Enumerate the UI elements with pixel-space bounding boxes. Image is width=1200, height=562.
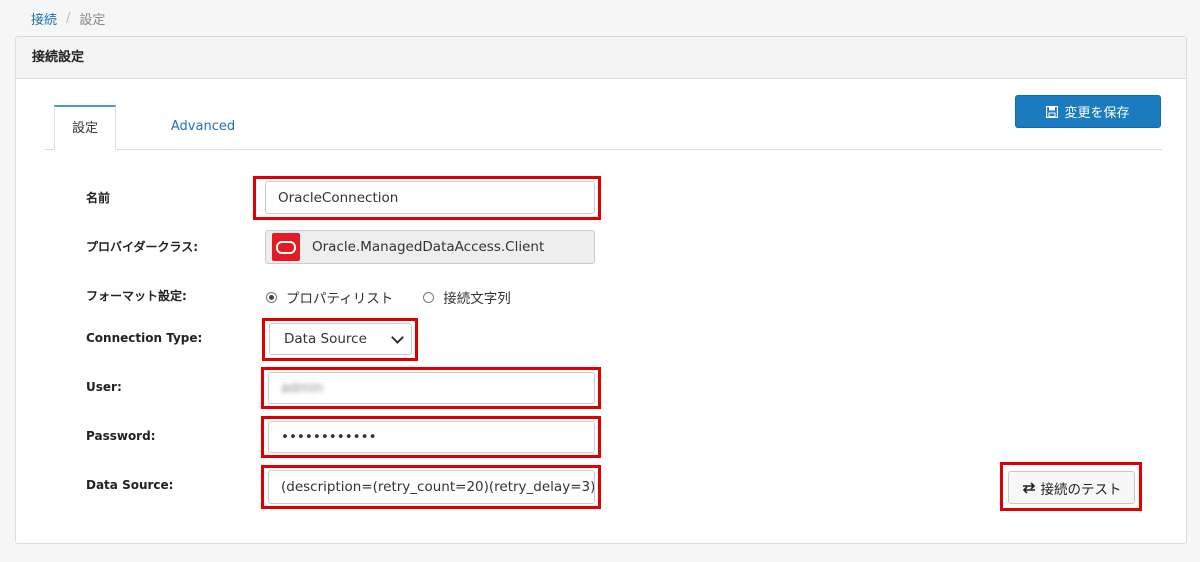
provider-class-label: プロバイダークラス:: [86, 240, 199, 254]
swap-arrows-icon: [1022, 481, 1035, 494]
name-label: 名前: [86, 191, 111, 205]
save-changes-button[interactable]: 変更を保存: [1015, 95, 1161, 128]
data-source-label: Data Source:: [86, 478, 174, 492]
provider-class-field: Oracle.ManagedDataAccess.Client: [265, 230, 595, 264]
radio-connection-string-label: 接続文字列: [443, 291, 511, 307]
breadcrumb: 接続 / 設定: [31, 9, 105, 28]
test-connection-button[interactable]: 接続のテスト: [1008, 471, 1135, 504]
connection-settings-panel: 接続設定 設定 Advanced 変更を保存 名前 OracleConnecti…: [15, 36, 1187, 544]
name-input[interactable]: OracleConnection: [265, 181, 595, 214]
tab-bar: 設定 Advanced: [44, 105, 1162, 150]
tab-settings[interactable]: 設定: [54, 105, 116, 150]
radio-property-list[interactable]: プロパティリスト: [266, 287, 393, 307]
tab-advanced[interactable]: Advanced: [136, 105, 270, 149]
user-label: User:: [86, 380, 122, 394]
user-input[interactable]: admin: [268, 372, 595, 404]
chevron-down-icon: [391, 331, 404, 344]
breadcrumb-link-connections[interactable]: 接続: [31, 9, 57, 28]
format-settings-label: フォーマット設定:: [86, 289, 187, 303]
save-changes-label: 変更を保存: [1064, 106, 1130, 121]
user-value: admin: [281, 380, 324, 396]
radio-connection-string[interactable]: 接続文字列: [423, 287, 511, 307]
format-radio-group: プロパティリスト 接続文字列: [266, 287, 541, 307]
data-source-input[interactable]: (description=(retry_count=20)(retry_dela…: [268, 470, 595, 504]
radio-checked-icon: [266, 291, 277, 303]
password-input[interactable]: ••••••••••••: [268, 421, 595, 453]
panel-title: 接続設定: [16, 37, 1186, 79]
floppy-disk-icon: [1046, 105, 1059, 118]
radio-unchecked-icon: [423, 291, 435, 303]
breadcrumb-current: 設定: [79, 13, 106, 28]
radio-property-list-label: プロパティリスト: [286, 291, 394, 307]
connection-type-label: Connection Type:: [86, 331, 203, 345]
oracle-logo-icon: [272, 233, 300, 261]
provider-class-value: Oracle.ManagedDataAccess.Client: [312, 239, 545, 255]
password-label: Password:: [86, 429, 156, 443]
breadcrumb-separator: /: [66, 11, 71, 26]
connection-type-value: Data Source: [284, 331, 367, 347]
connection-type-select[interactable]: Data Source: [269, 323, 412, 355]
test-connection-label: 接続のテスト: [1040, 481, 1122, 498]
